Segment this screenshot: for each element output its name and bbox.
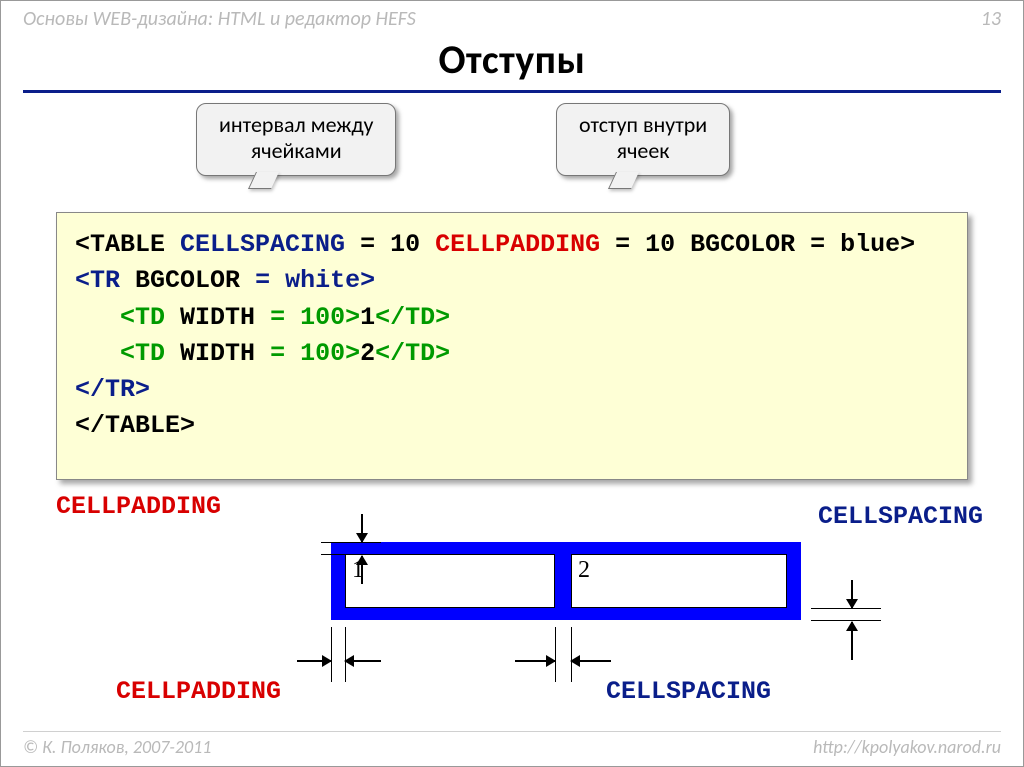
footer-copyright: © К. Поляков, 2007-2011	[23, 736, 211, 758]
callout-cellspacing: интервал между ячейками	[196, 103, 396, 176]
table-visual: 1 2	[331, 542, 801, 620]
arrow-icon	[851, 580, 853, 608]
label-cellspacing-bottom: CELLSPACING	[606, 677, 771, 706]
arrow-icon	[361, 556, 363, 584]
arrow-icon	[571, 660, 611, 662]
code-sample: <TABLE CELLSPACING = 10 CELLPADDING = 10…	[56, 212, 968, 480]
arrow-icon	[515, 660, 555, 662]
label-cellpadding-bottom: CELLPADDING	[116, 677, 281, 706]
tick-line	[321, 554, 381, 555]
title-divider	[23, 90, 1001, 93]
callout-cellpadding: отступ внутри ячеек	[556, 103, 730, 176]
arrow-icon	[851, 622, 853, 660]
slide-title: Отступы	[1, 35, 1023, 84]
course-title: Основы WEB-дизайна: HTML и редактор HEFS	[23, 7, 416, 31]
footer-url: http://kpolyakov.narod.ru	[813, 736, 1001, 758]
arrow-icon	[361, 514, 363, 542]
tick-line	[321, 542, 381, 543]
label-cellpadding-top: CELLPADDING	[56, 492, 221, 521]
footer-divider	[23, 731, 1001, 732]
tick-line	[811, 608, 881, 609]
cell-1: 1	[345, 554, 555, 608]
arrow-icon	[345, 660, 381, 662]
cell-2: 2	[571, 554, 787, 608]
arrow-icon	[297, 660, 331, 662]
tick-line	[811, 620, 881, 621]
diagram: CELLPADDING CELLSPACING CELLPADDING CELL…	[1, 492, 1023, 722]
page-number: 13	[981, 7, 1001, 31]
label-cellspacing-top: CELLSPACING	[818, 502, 983, 531]
